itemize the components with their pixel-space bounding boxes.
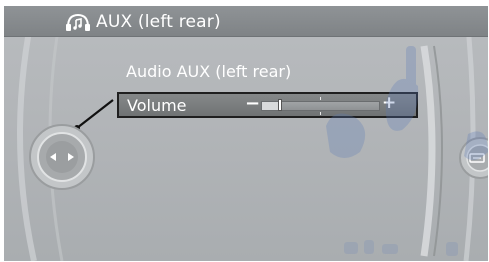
watermark-graphic [326, 46, 488, 256]
display-panel: AUX (left rear) Audio AUX (left rear) Vo… [4, 6, 488, 261]
screen: AUX (left rear) Audio AUX (left rear) Vo… [0, 0, 489, 262]
